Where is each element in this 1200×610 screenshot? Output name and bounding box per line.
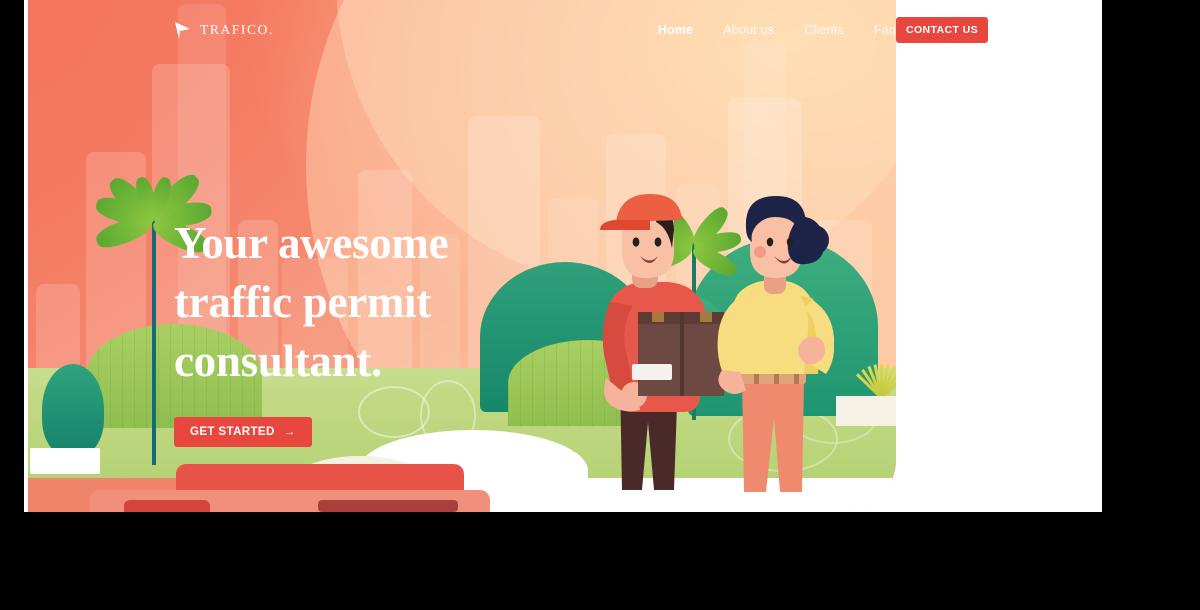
arrow-logo-icon <box>175 21 190 39</box>
van-window <box>124 500 210 512</box>
nav-item-home[interactable]: Home <box>658 23 694 37</box>
headline-line-3: consultant. <box>174 336 382 386</box>
hero-section: TRAFICO. Home About us Clients Faq Your … <box>28 0 896 512</box>
brand-name: TRAFICO. <box>200 22 274 37</box>
contact-us-button[interactable]: CONTACT US <box>896 17 988 43</box>
agave-planter <box>836 396 896 426</box>
nav-item-clients[interactable]: Clients <box>804 23 844 37</box>
screenshot-root: TRAFICO. Home About us Clients Faq Your … <box>0 0 1200 610</box>
headline-line-1: Your awesome <box>174 218 449 268</box>
potted-plant-leaves <box>42 364 104 456</box>
nav-item-faq[interactable]: Faq <box>874 23 896 37</box>
get-started-label: GET STARTED <box>190 426 275 438</box>
people-illustration-svg <box>600 194 835 492</box>
get-started-button[interactable]: GET STARTED → <box>174 417 312 447</box>
arrow-right-icon: → <box>283 426 296 438</box>
agave-plant <box>846 358 896 400</box>
nav-item-about-us[interactable]: About us <box>723 23 774 37</box>
brand-logo[interactable]: TRAFICO. <box>174 21 274 40</box>
plant-pot <box>30 448 100 474</box>
web-page: TRAFICO. Home About us Clients Faq Your … <box>24 0 1102 512</box>
van-shadow <box>318 500 458 512</box>
nav-menu: Home About us Clients Faq <box>658 23 896 37</box>
headline-line-2: traffic permit <box>174 277 431 327</box>
hero-headline: Your awesome traffic permit consultant. <box>174 214 574 391</box>
hero-copy: Your awesome traffic permit consultant. … <box>174 214 574 447</box>
illustration-characters <box>574 190 835 512</box>
site-navigation: TRAFICO. Home About us Clients Faq <box>28 0 896 60</box>
palm-trunk-left <box>152 215 156 465</box>
